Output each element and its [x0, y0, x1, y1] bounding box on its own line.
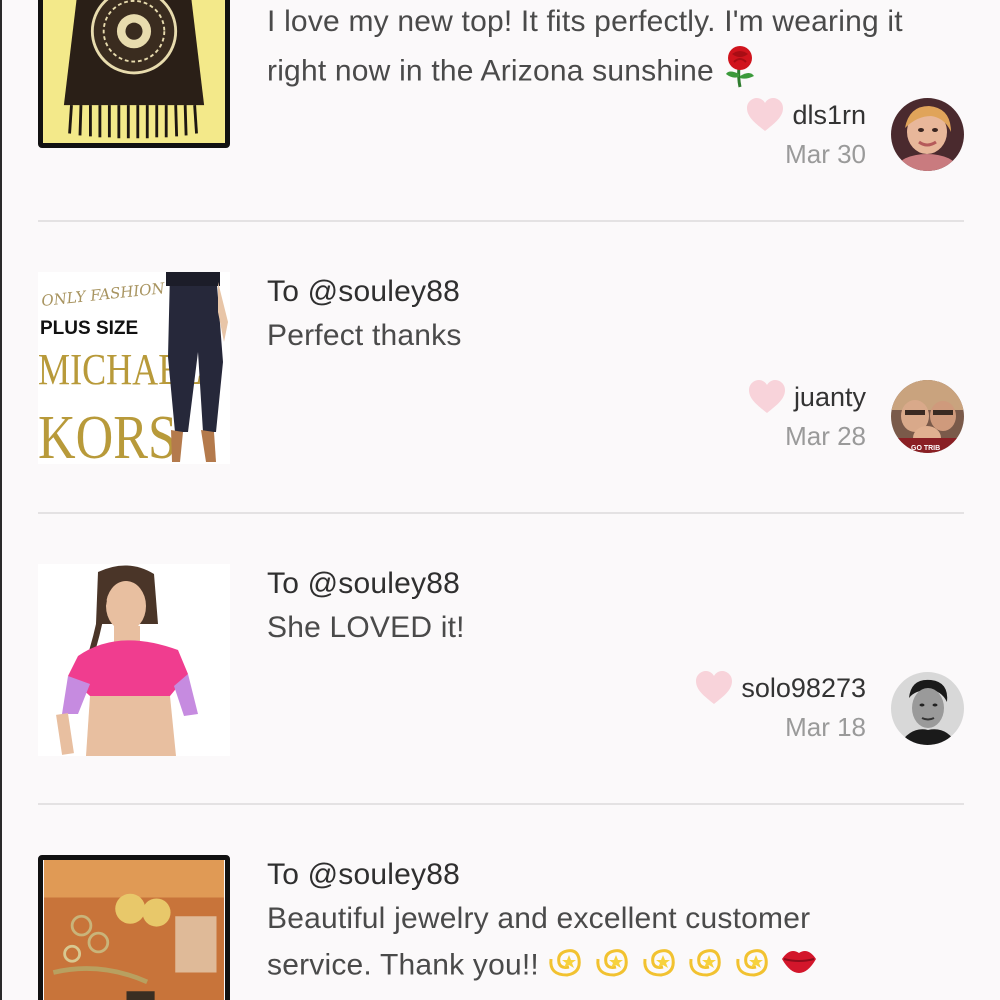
comment-author[interactable]: juanty: [748, 380, 866, 414]
username[interactable]: dls1rn: [792, 100, 866, 131]
divider: [38, 220, 964, 222]
recipient-mention[interactable]: To @souley88: [267, 858, 460, 892]
avatar[interactable]: GO TRIB: [891, 380, 964, 453]
username[interactable]: juanty: [794, 382, 866, 413]
kiss-lips-icon: [780, 943, 818, 990]
comment-line: I love my new top! It fits perfectly. I'…: [267, 5, 903, 38]
avatar[interactable]: [891, 98, 964, 171]
comments-feed: I love my new top! It fits perfectly. I'…: [0, 0, 1000, 1000]
comment-date: Mar 18: [785, 712, 866, 742]
heart-icon[interactable]: [695, 671, 733, 705]
listing-thumbnail[interactable]: ONLY FASHION PLUS SIZE MICHAEL KORS: [38, 272, 230, 464]
divider: [38, 512, 964, 514]
thumb-text: KORS: [38, 404, 177, 464]
comment-text: I love my new top! It fits perfectly. I'…: [267, 0, 967, 101]
left-border: [0, 0, 2, 1000]
dizzy-star-icon: [734, 941, 772, 992]
comment-author[interactable]: solo98273: [695, 671, 866, 705]
username[interactable]: solo98273: [741, 673, 866, 704]
michael-kors-pants-image: ONLY FASHION PLUS SIZE MICHAEL KORS: [38, 272, 230, 464]
jewelry-image: [44, 860, 224, 1000]
comment-text: Perfect thanks: [267, 319, 462, 352]
avatar[interactable]: [891, 672, 964, 745]
comment-text: Beautiful jewelry and excellent customer…: [267, 897, 967, 992]
comment-text: She LOVED it!: [267, 611, 465, 644]
heart-icon[interactable]: [748, 380, 786, 414]
svg-text:GO TRIB: GO TRIB: [911, 445, 940, 452]
comment-author[interactable]: dls1rn: [746, 98, 866, 132]
fringe-top-image: [43, 0, 225, 143]
comment-line: right now in the Arizona sunshine: [267, 44, 967, 101]
rose-icon: [722, 44, 758, 101]
recipient-mention[interactable]: To @souley88: [267, 567, 460, 601]
dizzy-star-icon: [641, 941, 679, 992]
listing-thumbnail[interactable]: [38, 564, 230, 756]
heart-icon[interactable]: [746, 98, 784, 132]
comment-line: service. Thank you!!: [267, 941, 967, 992]
listing-thumbnail[interactable]: [38, 855, 230, 1000]
listing-thumbnail[interactable]: [38, 0, 230, 148]
comment-date: Mar 30: [785, 139, 866, 169]
comment-line: Beautiful jewelry and excellent customer: [267, 902, 811, 935]
dizzy-star-icon: [547, 941, 585, 992]
comment-line-text: service. Thank you!!: [267, 948, 539, 982]
recipient-mention[interactable]: To @souley88: [267, 275, 460, 309]
thumb-text: PLUS SIZE: [40, 318, 138, 339]
dizzy-star-icon: [594, 941, 632, 992]
divider: [38, 803, 964, 805]
comment-line-text: right now in the Arizona sunshine: [267, 54, 714, 88]
pink-crop-top-image: [38, 564, 230, 756]
dizzy-star-icon: [687, 941, 725, 992]
comment-date: Mar 28: [785, 421, 866, 451]
